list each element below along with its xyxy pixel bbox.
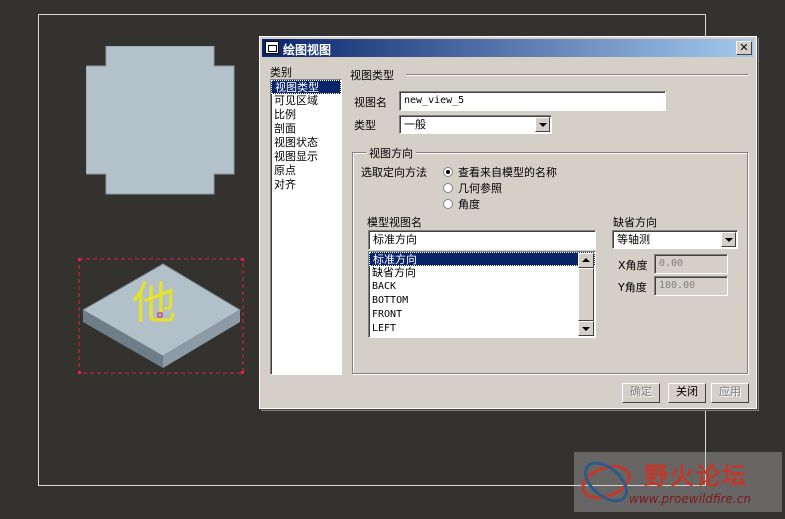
scroll-up-icon[interactable] (578, 253, 594, 268)
radio-model-name[interactable]: 查看来自模型的名称 (443, 164, 557, 180)
type-select-value: 一般 (404, 118, 426, 131)
model-view-item[interactable]: 标准方向 (369, 252, 595, 266)
dialog-title: 绘图视图 (283, 43, 332, 57)
watermark-title: 野火论坛 (644, 462, 748, 490)
x-angle-input[interactable]: 0.00 (654, 254, 728, 274)
isometric-view[interactable]: 他 (78, 258, 248, 376)
model-view-item[interactable]: BOTTOM (369, 294, 595, 308)
orient-method-label: 选取定向方法 (361, 166, 427, 179)
category-list[interactable]: 视图类型 可见区域 比例 剖面 视图状态 视图显示 原点 对齐 (270, 79, 342, 375)
flame-logo-icon (581, 461, 631, 503)
annotation-text: 他 (132, 278, 176, 329)
category-item-section[interactable]: 剖面 (271, 122, 341, 136)
ok-button[interactable]: 确定 (622, 383, 660, 403)
radio-angle[interactable]: 角度 (443, 196, 480, 212)
model-view-list[interactable]: 标准方向 缺省方向 BACK BOTTOM FRONT LEFT (368, 251, 596, 338)
section-divider (406, 74, 748, 76)
flat-pattern-view[interactable] (86, 46, 236, 196)
category-item-alignment[interactable]: 对齐 (271, 178, 341, 192)
model-view-item[interactable]: BACK (369, 280, 595, 294)
model-view-item[interactable]: LEFT (369, 322, 595, 336)
section-title: 视图类型 (350, 69, 394, 82)
y-angle-label: Y角度 (618, 281, 647, 294)
type-select[interactable]: 一般 (399, 115, 552, 134)
scroll-down-icon[interactable] (578, 321, 594, 336)
dialog-window-icon (265, 41, 279, 54)
default-orient-select[interactable]: 等轴测 (612, 230, 738, 249)
model-view-scrollbar[interactable] (578, 253, 594, 336)
category-item-visible-area[interactable]: 可见区域 (271, 94, 341, 108)
radio-checked-icon[interactable] (443, 167, 453, 177)
radio-geometry-ref-label: 几何参照 (458, 182, 502, 195)
category-item-view-state[interactable]: 视图状态 (271, 136, 341, 150)
orientation-group-title: 视图方向 (366, 145, 416, 161)
radio-geometry-ref[interactable]: 几何参照 (443, 180, 502, 196)
close-icon[interactable]: ✕ (736, 41, 752, 55)
model-view-name-label: 模型视图名 (367, 216, 422, 229)
apply-button[interactable]: 应用 (711, 383, 749, 403)
radio-unchecked-icon[interactable] (443, 183, 453, 193)
radio-angle-label: 角度 (458, 198, 480, 211)
model-view-name-input[interactable]: 标准方向 (368, 230, 596, 250)
view-name-input[interactable]: new_view_5 (399, 91, 666, 111)
radio-unchecked-icon[interactable] (443, 199, 453, 209)
category-item-origin[interactable]: 原点 (271, 164, 341, 178)
forum-watermark: 野火论坛 www.proewildfire.cn (574, 452, 782, 512)
view-name-label: 视图名 (354, 96, 387, 109)
scrollbar-thumb[interactable] (578, 268, 594, 321)
category-item-scale[interactable]: 比例 (271, 108, 341, 122)
category-item-view-type[interactable]: 视图类型 (271, 80, 341, 94)
y-angle-input[interactable]: 180.00 (654, 276, 728, 296)
chevron-down-icon[interactable] (535, 117, 550, 132)
type-label: 类型 (354, 119, 376, 132)
model-view-item[interactable]: 缺省方向 (369, 266, 595, 280)
drawing-view-dialog: 绘图视图 ✕ 类别 视图类型 可见区域 比例 剖面 视图状态 视图显示 原点 对… (259, 36, 757, 409)
watermark-url: www.proewildfire.cn (629, 492, 751, 506)
model-view-item[interactable]: FRONT (369, 308, 595, 322)
dialog-titlebar[interactable]: 绘图视图 ✕ (262, 39, 754, 57)
default-orient-label: 缺省方向 (613, 216, 657, 229)
category-item-view-display[interactable]: 视图显示 (271, 150, 341, 164)
close-button[interactable]: 关闭 (668, 383, 706, 403)
x-angle-label: X角度 (618, 259, 648, 272)
default-orient-value: 等轴测 (617, 233, 650, 246)
radio-model-name-label: 查看来自模型的名称 (458, 166, 557, 179)
chevron-down-icon[interactable] (721, 232, 736, 247)
category-label: 类别 (270, 66, 292, 79)
